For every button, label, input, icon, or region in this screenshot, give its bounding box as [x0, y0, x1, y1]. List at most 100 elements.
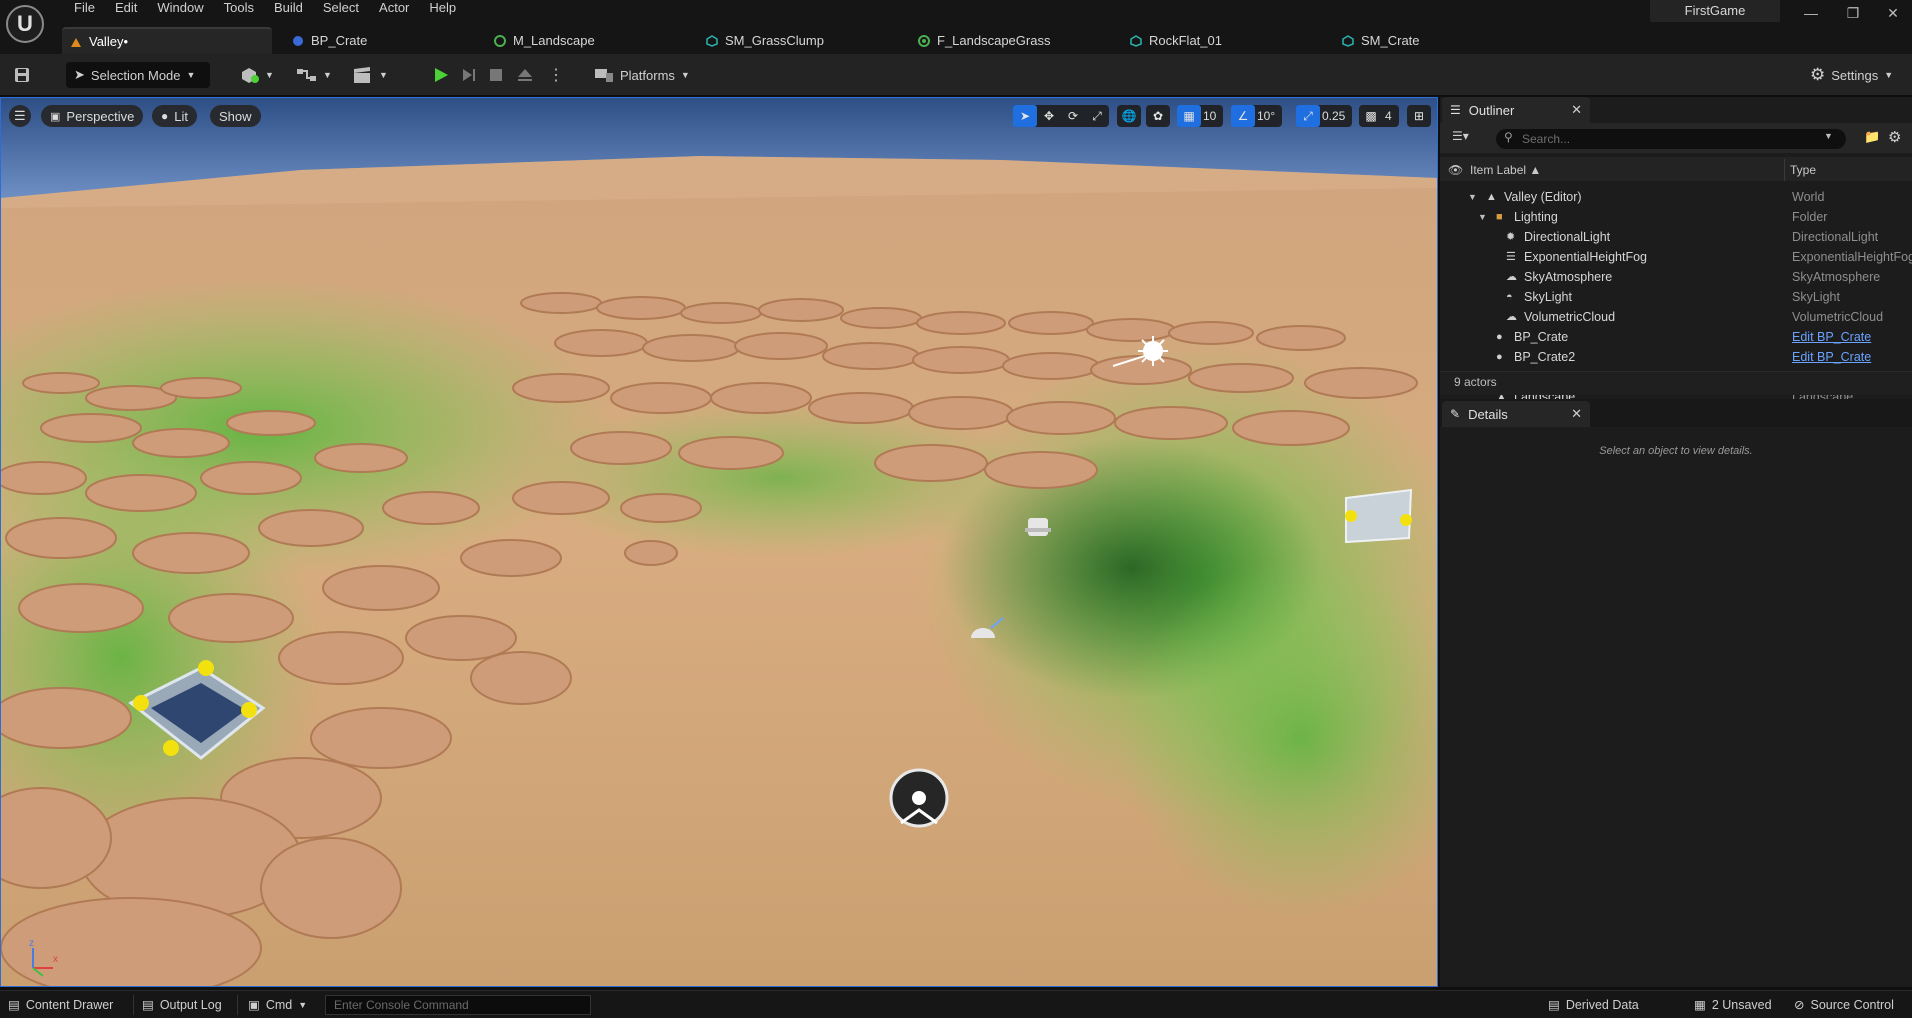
tab-f-landscapegrass[interactable]: F_LandscapeGrass — [910, 27, 1122, 54]
grid-snap-control[interactable]: ▦ 10 — [1177, 105, 1224, 127]
static-mesh-icon — [706, 34, 718, 47]
world-icon: ▲ — [1486, 191, 1497, 203]
outliner-row[interactable]: ▼ ▲ Valley (Editor) World — [1440, 187, 1912, 207]
search-dropdown-icon[interactable]: ▼ — [1824, 131, 1833, 141]
outliner-row[interactable]: ✹ DirectionalLight DirectionalLight — [1440, 227, 1912, 247]
tab-m-landscape[interactable]: M_Landscape — [486, 27, 698, 54]
close-icon[interactable]: ✕ — [1571, 406, 1582, 422]
platforms-button[interactable]: Platforms ▼ — [594, 62, 690, 88]
close-window-icon[interactable]: ✕ — [1878, 3, 1908, 23]
gear-icon[interactable]: ⚙ — [1888, 128, 1901, 146]
output-log-button[interactable]: ▤ Output Log — [142, 997, 222, 1013]
stop-icon — [490, 69, 502, 81]
menu-actor[interactable]: Actor — [369, 0, 419, 18]
outliner-row-type: VolumetricCloud — [1792, 310, 1884, 324]
outliner-tab[interactable]: ☰ Outliner ✕ — [1442, 97, 1590, 123]
outliner-row[interactable]: ☁ VolumetricCloud VolumetricCloud — [1440, 307, 1912, 327]
camera-speed-control[interactable]: ▩ 4 — [1359, 105, 1399, 127]
select-cursor-icon[interactable]: ➤ — [1013, 105, 1037, 127]
outliner-row-label: ExponentialHeightFog — [1524, 250, 1647, 264]
stop-button[interactable] — [488, 62, 504, 88]
selection-mode-dropdown[interactable]: ➤ Selection Mode ▼ — [66, 62, 210, 88]
settings-button[interactable]: ⚙ Settings ▼ — [1810, 62, 1893, 88]
content-drawer-icon: ▤ — [8, 998, 20, 1012]
menu-window[interactable]: Window — [147, 0, 213, 18]
tab-bp-crate[interactable]: BP_Crate — [272, 27, 486, 54]
outliner-row[interactable]: ☁ SkyAtmosphere SkyAtmosphere — [1440, 267, 1912, 287]
viewport-menu-button[interactable]: ☰ — [9, 105, 31, 127]
scale-snap-control[interactable]: ⤢ 0.25 — [1296, 105, 1353, 127]
add-actor-button[interactable]: ▼ — [240, 62, 274, 88]
type-column[interactable]: Type — [1790, 159, 1816, 181]
details-tab[interactable]: ✎ Details ✕ — [1442, 401, 1590, 427]
tab-rockflat-01[interactable]: RockFlat_01 — [1122, 27, 1334, 54]
show-button[interactable]: Show — [210, 105, 261, 127]
chevron-down-icon: ▼ — [379, 70, 388, 80]
title-bar: U File Edit Window Tools Build Select Ac… — [0, 0, 1912, 54]
more-options-icon[interactable]: ⋮ — [548, 62, 564, 88]
outliner-search-input[interactable]: Search... — [1496, 129, 1846, 149]
translate-icon[interactable]: ✥ — [1037, 105, 1061, 127]
content-drawer-button[interactable]: ▤ Content Drawer — [8, 997, 113, 1013]
console-command-input[interactable]: Enter Console Command — [325, 995, 591, 1015]
outliner-row[interactable]: ☰ ExponentialHeightFog ExponentialHeightFo… — [1440, 247, 1912, 267]
menu-edit[interactable]: Edit — [105, 0, 147, 18]
add-folder-icon[interactable]: 📁 — [1864, 129, 1880, 145]
surface-snap-icon: ✿ — [1152, 109, 1164, 123]
scale-icon[interactable]: ⤢ — [1085, 105, 1109, 127]
unsaved-button[interactable]: ▦ 2 Unsaved — [1694, 997, 1772, 1013]
source-control-button[interactable]: ⊘ Source Control — [1794, 997, 1894, 1013]
tab-sm-grassclump[interactable]: SM_GrassClump — [698, 27, 910, 54]
cmd-dropdown[interactable]: ▣ Cmd ▼ — [248, 997, 307, 1013]
menu-tools[interactable]: Tools — [214, 0, 264, 18]
terminal-icon: ▣ — [248, 998, 260, 1012]
item-label-column[interactable]: Item Label ▲ — [1470, 159, 1541, 181]
details-empty-message: Select an object to view details. — [1599, 445, 1753, 457]
edit-blueprint-link[interactable]: Edit BP_Crate — [1792, 327, 1871, 347]
camera-speed-value: 4 — [1385, 109, 1392, 123]
eject-button[interactable] — [516, 62, 534, 88]
tab-sm-crate[interactable]: SM_Crate — [1334, 27, 1484, 54]
tab-valley[interactable]: Valley• — [62, 27, 272, 54]
tab-label: SM_GrassClump — [725, 33, 824, 48]
edit-blueprint-link[interactable]: Edit BP_Crate — [1792, 347, 1871, 367]
player-start-sprite[interactable] — [889, 768, 949, 828]
outliner-row[interactable]: ◓ SkyLight SkyLight — [1440, 287, 1912, 307]
world-space-toggle[interactable]: 🌐 — [1117, 105, 1141, 127]
perspective-button[interactable]: ▣ Perspective — [41, 105, 144, 127]
step-button[interactable] — [460, 62, 478, 88]
outliner-row-label: VolumetricCloud — [1524, 310, 1616, 324]
fog-sprite[interactable] — [1025, 518, 1051, 536]
outliner-row[interactable]: ▼ ■ Lighting Folder — [1440, 207, 1912, 227]
filter-icon[interactable]: ☰▾ — [1452, 129, 1469, 143]
outliner-row[interactable]: ● BP_Crate Edit BP_Crate — [1440, 327, 1912, 347]
cloud-icon: ☁ — [1506, 311, 1517, 323]
unreal-logo-icon[interactable]: U — [6, 5, 44, 43]
play-button[interactable] — [432, 62, 450, 88]
crate-right[interactable] — [1345, 488, 1413, 544]
restore-icon[interactable]: ❐ — [1838, 3, 1868, 23]
outliner-row[interactable]: ● BP_Crate2 Edit BP_Crate — [1440, 347, 1912, 367]
menu-build[interactable]: Build — [264, 0, 313, 18]
menu-file[interactable]: File — [64, 0, 105, 18]
blueprint-menu-button[interactable]: ▼ — [296, 62, 332, 88]
rotate-icon[interactable]: ⟳ — [1061, 105, 1085, 127]
save-icon[interactable] — [14, 62, 34, 88]
surface-snap-toggle[interactable]: ✿ — [1146, 105, 1170, 127]
level-viewport[interactable]: x z ☰ ▣ Perspective ● Lit Show ➤ ✥ ⟳ ⤢ 🌐… — [0, 97, 1438, 987]
details-body — [1440, 427, 1912, 987]
viewport-layout-button[interactable]: ⊞ — [1407, 105, 1431, 127]
rotation-snap-control[interactable]: ∠ 10° — [1231, 105, 1283, 127]
expand-arrow-icon[interactable]: ▼ — [1468, 187, 1477, 207]
menu-help[interactable]: Help — [419, 0, 466, 18]
menu-select[interactable]: Select — [313, 0, 369, 18]
outliner-icon: ☰ — [1450, 103, 1461, 117]
minimize-icon[interactable]: — — [1796, 3, 1826, 23]
lit-button[interactable]: ● Lit — [152, 105, 197, 127]
outliner-row-label: Valley (Editor) — [1504, 190, 1582, 204]
close-icon[interactable]: ✕ — [1571, 102, 1582, 118]
visibility-eye-icon[interactable]: 👁 — [1448, 159, 1463, 181]
expand-arrow-icon[interactable]: ▼ — [1478, 207, 1487, 227]
cinematics-button[interactable]: ▼ — [352, 62, 388, 88]
derived-data-button[interactable]: ▤ Derived Data — [1548, 997, 1639, 1013]
